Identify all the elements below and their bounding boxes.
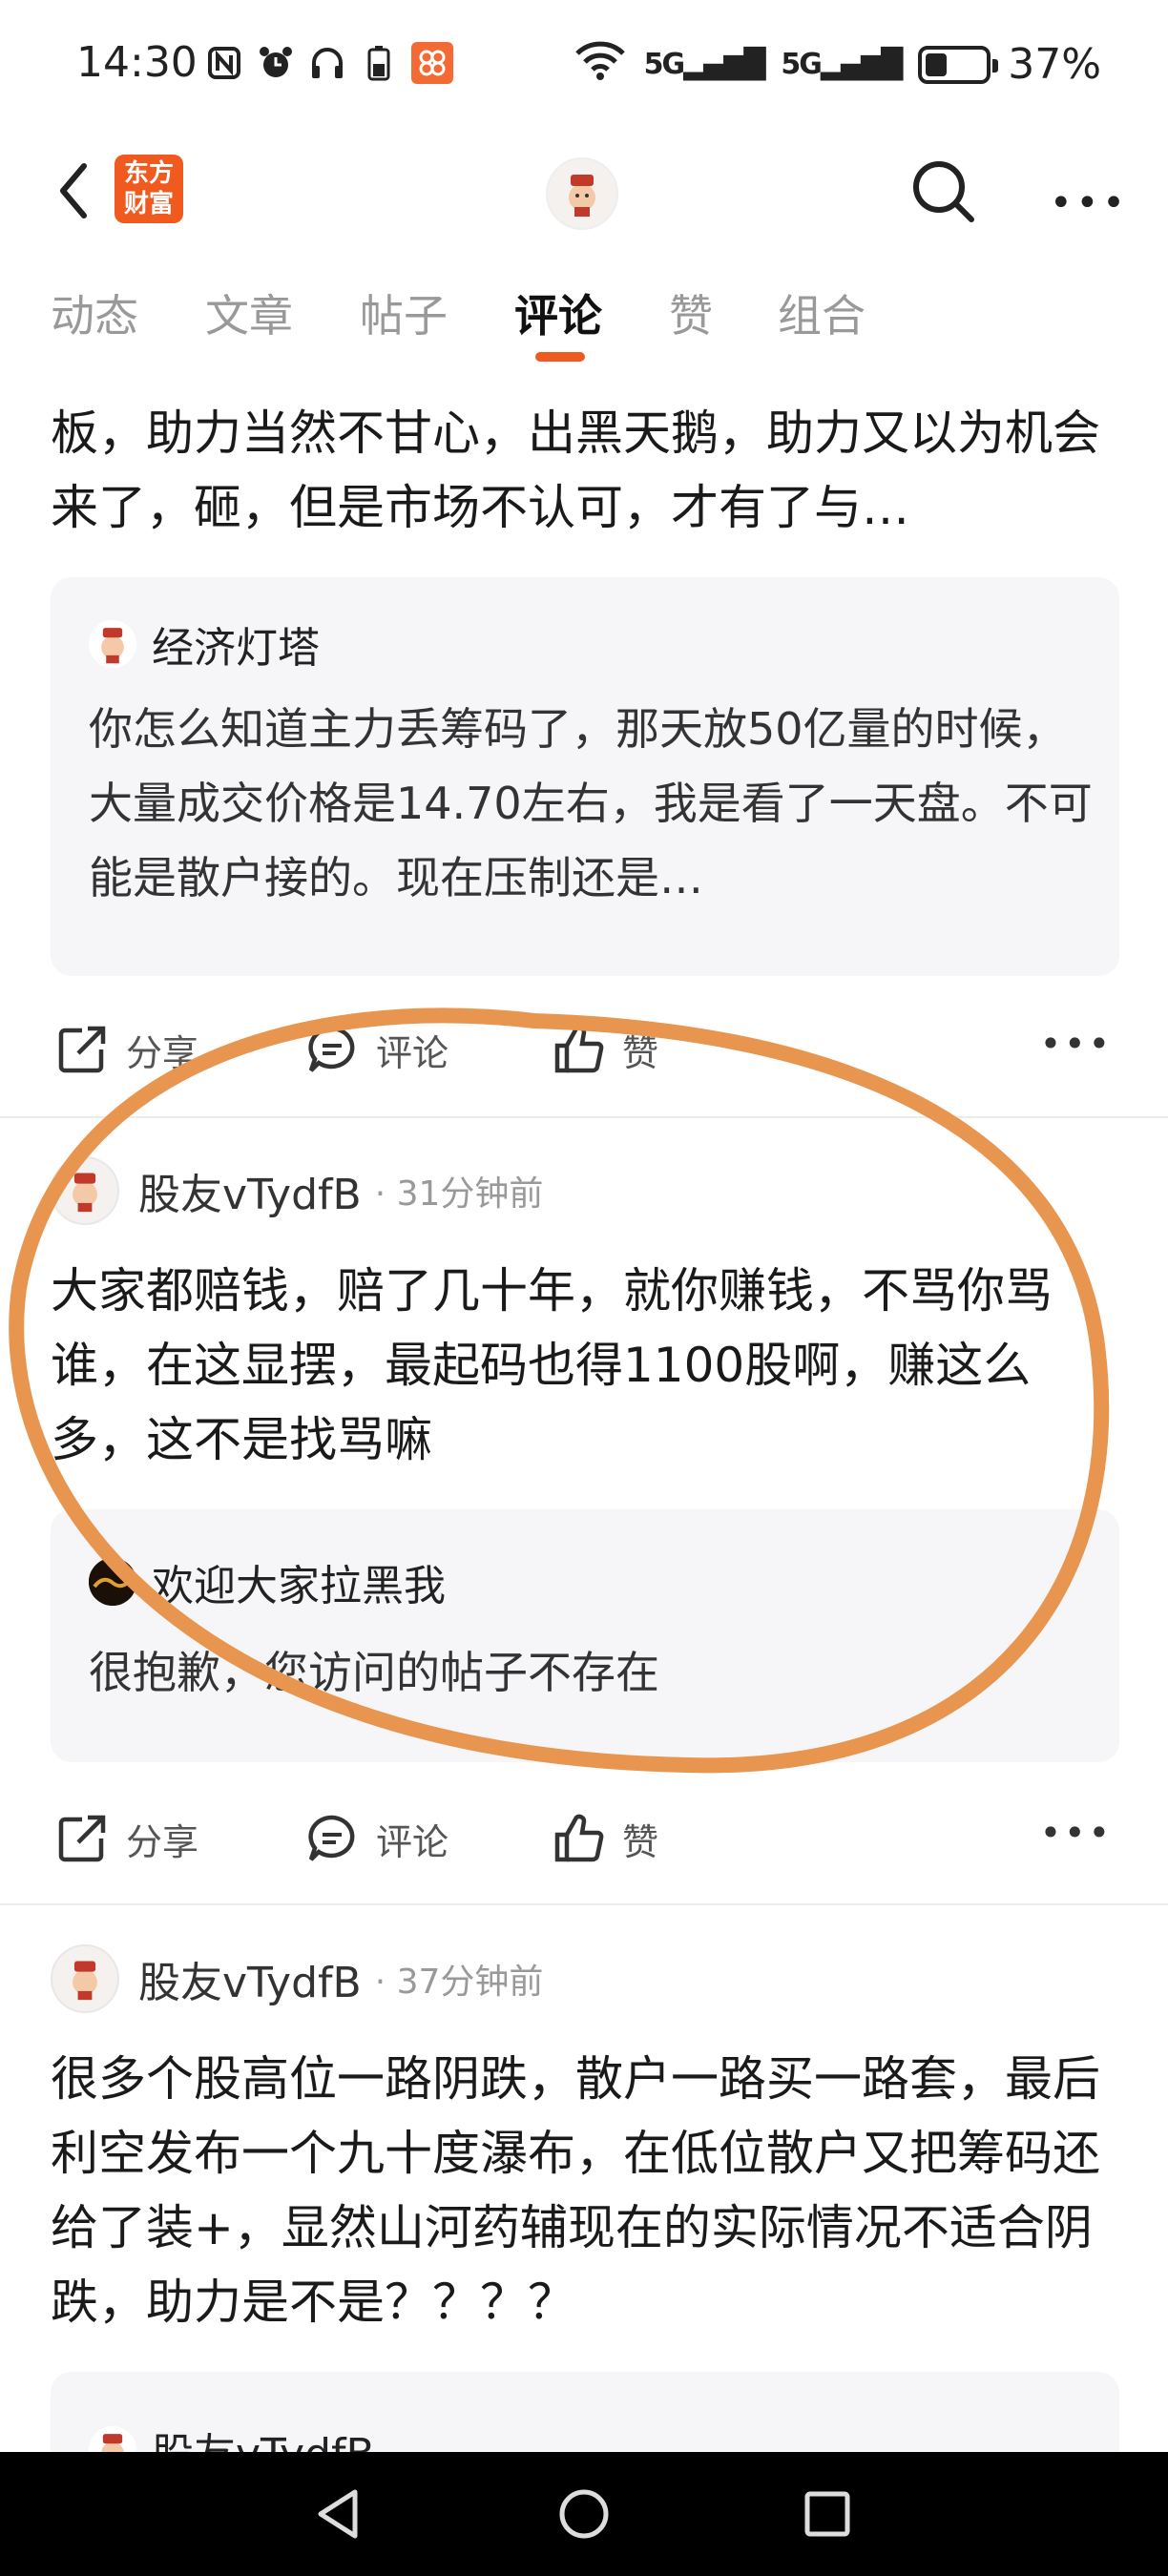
thumbs-up-icon [554, 1814, 604, 1862]
share-button[interactable]: 分享 [53, 1810, 198, 1867]
nav-back-icon[interactable] [307, 2481, 374, 2547]
signal-2-label: 5G [781, 48, 822, 81]
quoted-user: 欢迎大家拉黑我 [89, 1551, 446, 1612]
comment-label: 评论 [376, 1031, 449, 1074]
profile-tabs: 动态 文章 帖子 评论 赞 组合 [0, 281, 1168, 367]
active-tab-indicator [535, 352, 585, 362]
comment-button[interactable]: 评论 [303, 1810, 448, 1867]
post-username[interactable]: 股友vTydfB [138, 1160, 362, 1221]
quoted-post[interactable]: 欢迎大家拉黑我 很抱歉，您访问的帖子不存在 [51, 1509, 1119, 1762]
comment-icon [308, 1815, 355, 1861]
nav-recents-icon[interactable] [794, 2481, 861, 2547]
quoted-user-name[interactable]: 欢迎大家拉黑我 [152, 1551, 446, 1612]
status-bar: 14:30 5G▂▄▆█ 5G▂▄▆█ 37% [0, 0, 1168, 134]
user-avatar[interactable] [546, 157, 618, 230]
thumbs-up-icon [554, 1025, 604, 1073]
like-button[interactable]: 赞 [550, 1810, 658, 1867]
comment-button[interactable]: 评论 [303, 1021, 448, 1078]
quoted-post-body: 很抱歉，您访问的帖子不存在 [89, 1647, 659, 1698]
divider [0, 1116, 1168, 1118]
app-notification-icon [411, 42, 453, 84]
share-label: 分享 [126, 1820, 199, 1863]
search-icon[interactable] [907, 155, 979, 227]
action-bar: 分享 评论 赞 ••• [0, 1002, 1168, 1088]
caishen-avatar-icon [569, 175, 595, 217]
more-menu-icon[interactable]: ••• [1050, 181, 1129, 225]
wifi-icon [574, 38, 627, 91]
post-more-icon[interactable]: ••• [1040, 1023, 1113, 1065]
tab-likes[interactable]: 赞 [669, 281, 713, 344]
post-username[interactable]: 股友vTydfB [138, 1948, 362, 2009]
headphone-icon [308, 44, 346, 82]
back-arrow-icon[interactable] [48, 153, 105, 229]
share-icon [58, 1026, 106, 1073]
caishen-avatar-icon [101, 628, 124, 664]
divider [0, 1903, 1168, 1905]
post-header: 股友vTydfB · 37分钟前 [51, 1944, 543, 2013]
quoted-user-avatar [89, 620, 136, 668]
dark-avatar-icon [89, 1558, 136, 1606]
caishen-avatar-icon [73, 1173, 97, 1213]
tab-portfolio[interactable]: 组合 [778, 281, 866, 344]
comment-body[interactable]: 板，助力当然不甘心，出黑天鹅，助力又以为机会来了，砸，但是市场不认可，才有了与… [51, 396, 1119, 545]
like-label: 赞 [622, 1031, 659, 1074]
cell-signal-1: 5G▂▄▆█ [643, 48, 766, 81]
quoted-user: 经济灯塔 [89, 613, 320, 675]
post-time-value: 31分钟前 [396, 1174, 544, 1214]
alarm-icon [257, 44, 295, 82]
tab-comments[interactable]: 评论 [514, 281, 602, 344]
header: 东方 财富 ••• [0, 143, 1168, 239]
battery-percent: 37% [1008, 40, 1101, 89]
share-icon [58, 1815, 106, 1862]
like-label: 赞 [622, 1820, 659, 1863]
comment-icon [308, 1026, 355, 1072]
tab-posts[interactable]: 帖子 [360, 281, 448, 344]
system-nav-bar [0, 2452, 1168, 2576]
quoted-user-avatar [89, 1558, 136, 1606]
post-time-value: 37分钟前 [396, 1963, 544, 2002]
quoted-post-body: 你怎么知道主力丢筹码了，那天放50亿量的时候，大量成交价格是14.70左右，我是… [89, 703, 1093, 904]
quoted-post[interactable]: 经济灯塔 你怎么知道主力丢筹码了，那天放50亿量的时候，大量成交价格是14.70… [51, 577, 1119, 976]
post-time: · 37分钟前 [374, 1963, 544, 2002]
battery-icon [918, 45, 999, 84]
status-right-icons: 5G▂▄▆█ 5G▂▄▆█ 37% [574, 38, 1101, 91]
app-logo[interactable]: 东方 财富 [115, 155, 183, 223]
comment-label: 评论 [376, 1820, 449, 1863]
comment-body[interactable]: 大家都赔钱，赔了几十年，就你赚钱，不骂你骂谁，在这显摆，最起码也得1100股啊，… [51, 1254, 1119, 1477]
post-time: · 31分钟前 [374, 1174, 544, 1214]
quoted-user-name[interactable]: 经济灯塔 [152, 613, 320, 675]
battery-fill [926, 52, 948, 76]
like-button[interactable]: 赞 [550, 1021, 658, 1078]
nav-home-icon[interactable] [551, 2481, 617, 2547]
post-header: 股友vTydfB · 31分钟前 [51, 1156, 543, 1225]
tab-dynamic[interactable]: 动态 [51, 281, 138, 344]
post-more-icon[interactable]: ••• [1040, 1812, 1113, 1854]
nfc-icon [205, 44, 243, 82]
tab-articles[interactable]: 文章 [205, 281, 293, 344]
signal-1-label: 5G [643, 48, 685, 81]
share-button[interactable]: 分享 [53, 1021, 198, 1078]
small-battery-icon [360, 44, 398, 82]
share-label: 分享 [126, 1031, 199, 1074]
status-notification-icons [205, 42, 453, 84]
user-avatar[interactable] [51, 1156, 119, 1225]
cell-signal-2: 5G▂▄▆█ [781, 48, 903, 81]
user-avatar[interactable] [51, 1944, 119, 2013]
status-time: 14:30 [76, 38, 198, 87]
action-bar: 分享 评论 赞 ••• [0, 1791, 1168, 1877]
caishen-avatar-icon [73, 1961, 97, 2001]
comment-body[interactable]: 很多个股高位一路阴跌，散户一路买一路套，最后利空发布一个九十度瀑布，在低位散户又… [51, 2042, 1119, 2339]
